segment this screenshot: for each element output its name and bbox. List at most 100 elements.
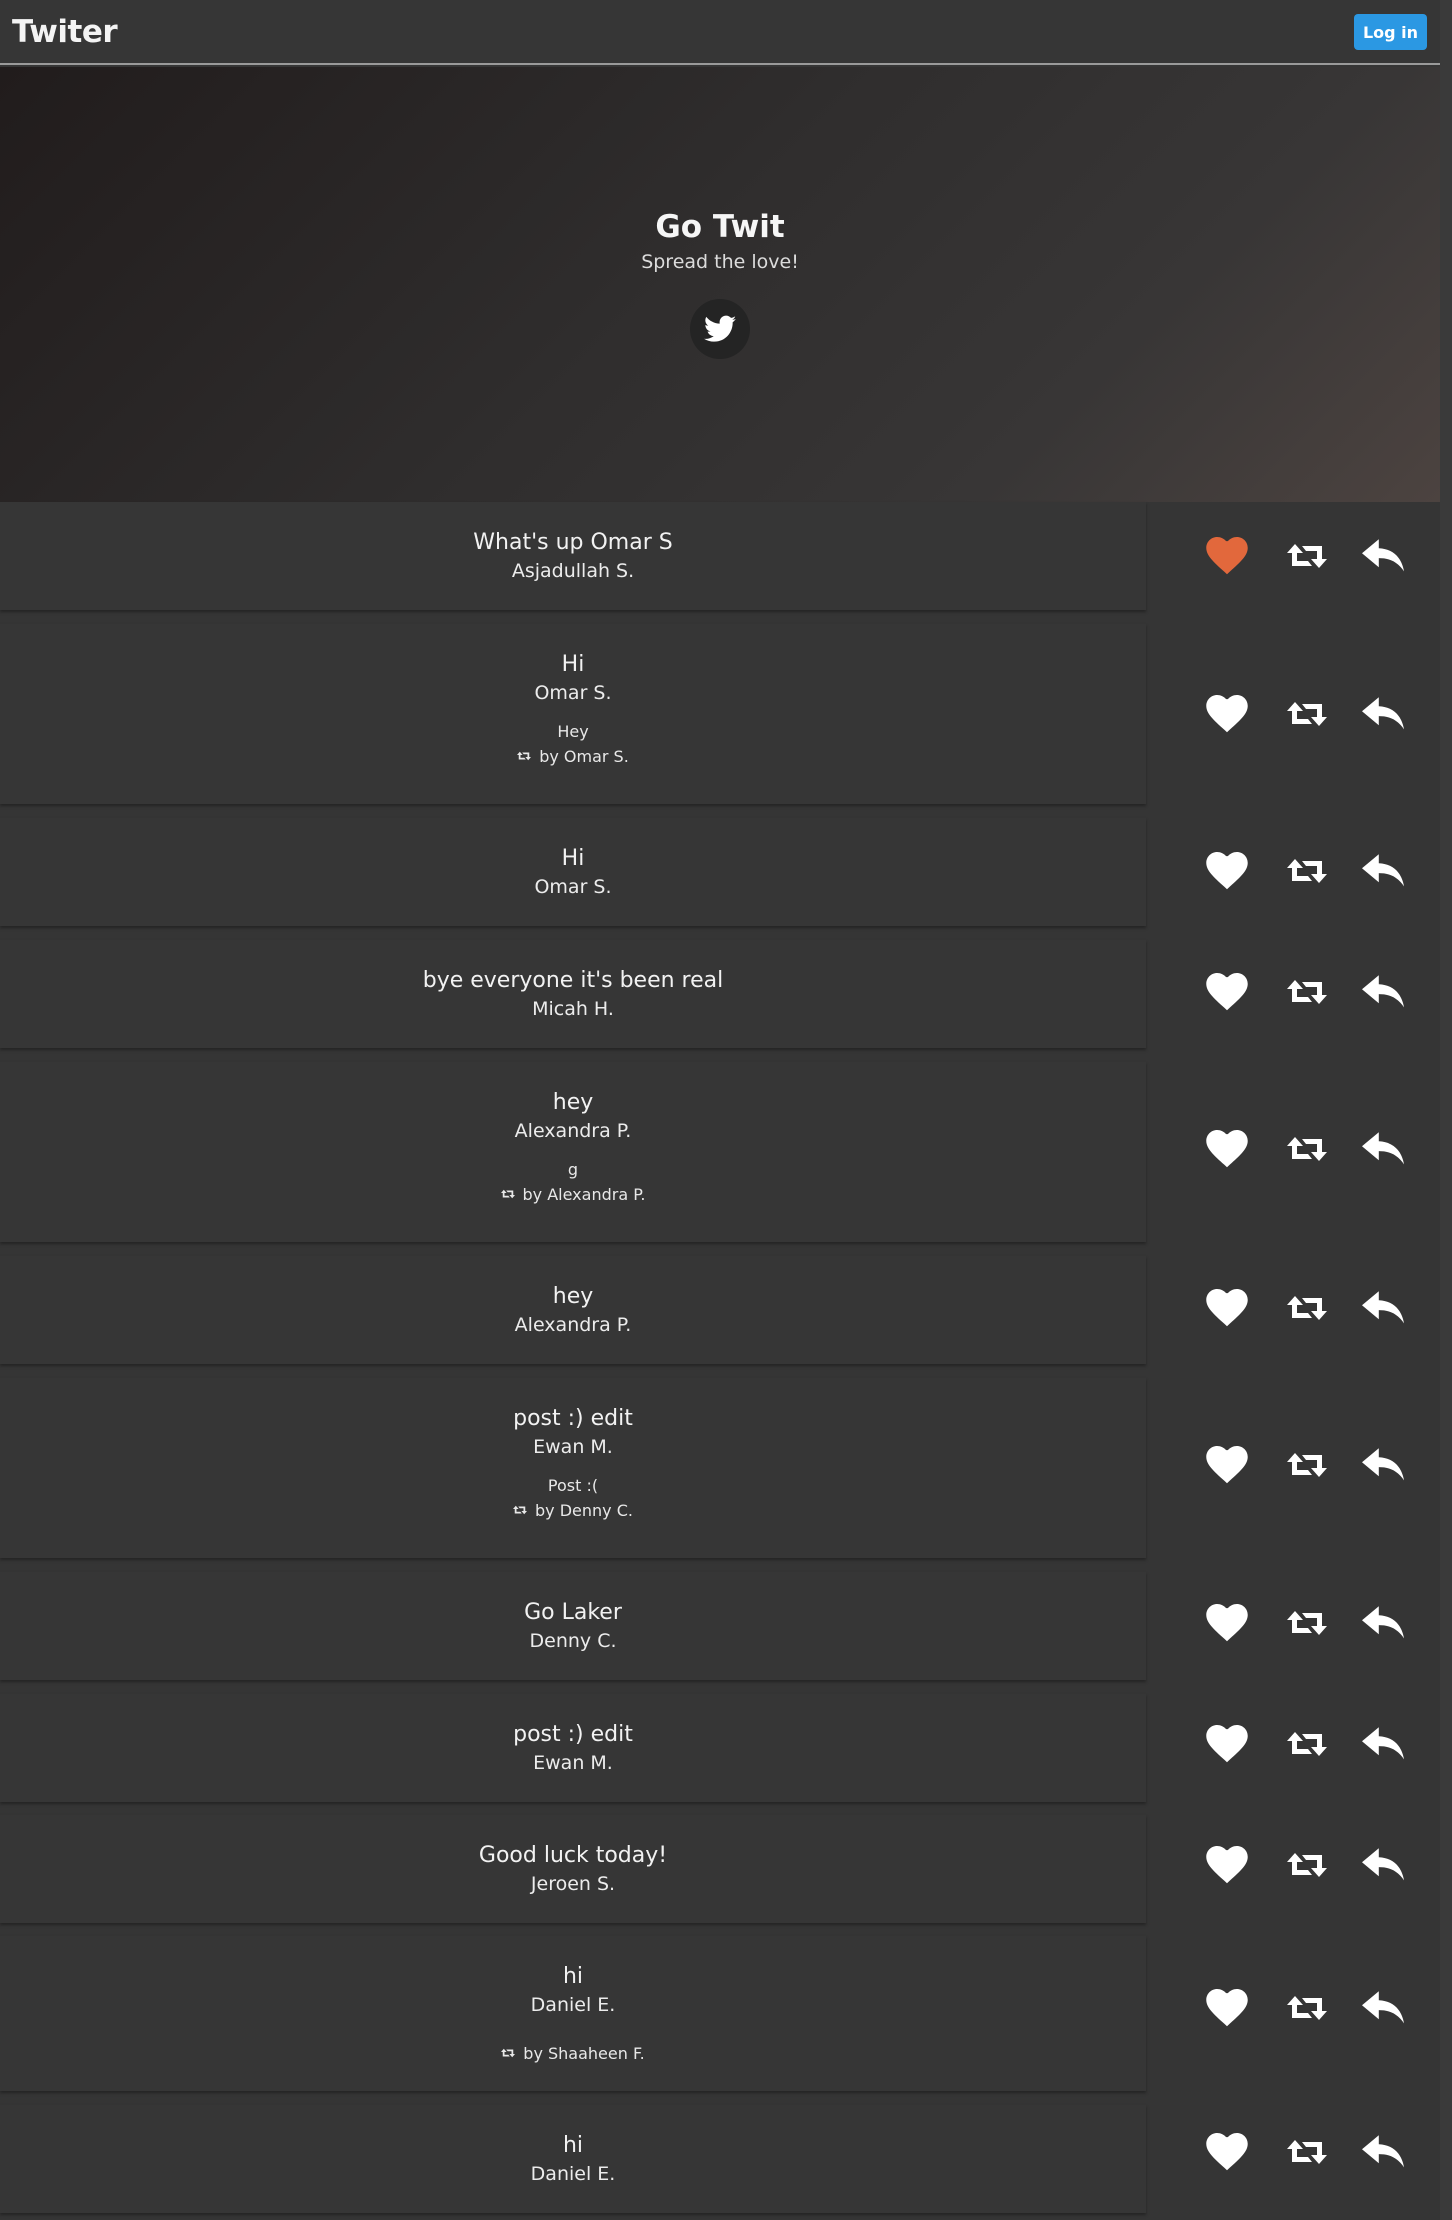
tweet-actions bbox=[1190, 1288, 1430, 1328]
reply-icon[interactable] bbox=[1360, 1445, 1406, 1485]
tweet-actions bbox=[1190, 694, 1430, 734]
tweet-author[interactable]: Micah H. bbox=[0, 998, 1146, 1020]
like-heart-icon[interactable] bbox=[1204, 1724, 1250, 1764]
reply-icon[interactable] bbox=[1360, 1288, 1406, 1328]
retweet-small-icon bbox=[517, 747, 532, 766]
tweet-text: What's up Omar S bbox=[473, 530, 673, 555]
tweet-actions bbox=[1190, 851, 1430, 891]
tweet-card: post :) edit Ewan M. Post :( by Denny C. bbox=[0, 1378, 1440, 1558]
retweet-attribution: by Denny C. bbox=[0, 1501, 1146, 1520]
tweet-text: Hi bbox=[561, 652, 585, 677]
retweet-icon[interactable] bbox=[1284, 1288, 1330, 1328]
tweet-author[interactable]: Jeroen S. bbox=[0, 1873, 1146, 1895]
tweet-author[interactable]: Denny C. bbox=[0, 1630, 1146, 1652]
tweet-body: hi Daniel E. by Shaaheen F. bbox=[0, 1936, 1146, 2091]
retweet-text: Hey bbox=[557, 722, 589, 741]
tweet-actions bbox=[1190, 1603, 1430, 1643]
reply-icon[interactable] bbox=[1360, 536, 1406, 576]
retweet-icon[interactable] bbox=[1284, 972, 1330, 1012]
retweet-icon[interactable] bbox=[1284, 1129, 1330, 1169]
retweet-icon[interactable] bbox=[1284, 1724, 1330, 1764]
scrollbar[interactable] bbox=[1440, 0, 1452, 2220]
retweet-small-icon bbox=[500, 1185, 515, 1204]
tweet-card: hi Daniel E. bbox=[0, 2105, 1440, 2213]
retweet-by-label: by Alexandra P. bbox=[522, 1185, 646, 1204]
like-heart-icon[interactable] bbox=[1204, 1445, 1250, 1485]
tweet-text: hey bbox=[552, 1090, 594, 1115]
tweet-author[interactable]: Asjadullah S. bbox=[0, 560, 1146, 582]
tweet-actions bbox=[1190, 1445, 1430, 1485]
reply-icon[interactable] bbox=[1360, 2132, 1406, 2172]
tweet-card: Go Laker Denny C. bbox=[0, 1572, 1440, 1680]
retweet-small-icon bbox=[501, 2044, 516, 2063]
tweet-card: hey Alexandra P. bbox=[0, 1256, 1440, 1364]
retweet-icon[interactable] bbox=[1284, 536, 1330, 576]
retweet-icon[interactable] bbox=[1284, 1845, 1330, 1885]
retweet-icon[interactable] bbox=[1284, 1603, 1330, 1643]
retweet-icon[interactable] bbox=[1284, 851, 1330, 891]
retweet-small-icon bbox=[513, 1501, 528, 1520]
retweet-icon[interactable] bbox=[1284, 1445, 1330, 1485]
like-heart-icon[interactable] bbox=[1204, 1988, 1250, 2028]
tweet-body: Hi Omar S. bbox=[0, 818, 1146, 926]
like-heart-icon[interactable] bbox=[1204, 2132, 1250, 2172]
like-heart-icon[interactable] bbox=[1204, 536, 1250, 576]
tweet-card: Hi Omar S. bbox=[0, 818, 1440, 926]
retweet-text: Post :( bbox=[547, 1476, 599, 1495]
tweet-body: hey Alexandra P. bbox=[0, 1256, 1146, 1364]
tweet-text: hi bbox=[562, 1964, 584, 1989]
tweet-author[interactable]: Omar S. bbox=[0, 876, 1146, 898]
brand-title[interactable]: Twiter bbox=[12, 14, 118, 50]
like-heart-icon[interactable] bbox=[1204, 1288, 1250, 1328]
tweet-card: Hi Omar S. Hey by Omar S. bbox=[0, 624, 1440, 804]
retweet-by-label: by Omar S. bbox=[539, 747, 629, 766]
tweet-body: What's up Omar S Asjadullah S. bbox=[0, 502, 1146, 610]
retweet-icon[interactable] bbox=[1284, 2132, 1330, 2172]
reply-icon[interactable] bbox=[1360, 1845, 1406, 1885]
like-heart-icon[interactable] bbox=[1204, 851, 1250, 891]
like-heart-icon[interactable] bbox=[1204, 694, 1250, 734]
tweet-text: Hi bbox=[561, 846, 585, 871]
tweet-author[interactable]: Daniel E. bbox=[0, 2163, 1146, 2185]
login-button[interactable]: Log in bbox=[1354, 14, 1427, 50]
tweet-text: hi bbox=[562, 2133, 584, 2158]
like-heart-icon[interactable] bbox=[1204, 1129, 1250, 1169]
retweet-attribution: by Alexandra P. bbox=[0, 1185, 1146, 1204]
tweet-author[interactable]: Daniel E. bbox=[0, 1994, 1146, 2016]
tweet-text: post :) edit bbox=[513, 1722, 633, 1747]
tweet-body: bye everyone it's been real Micah H. bbox=[0, 940, 1146, 1048]
retweet-icon[interactable] bbox=[1284, 694, 1330, 734]
tweet-body: Good luck today! Jeroen S. bbox=[0, 1815, 1146, 1923]
retweet-by-label: by Shaaheen F. bbox=[523, 2044, 645, 2063]
tweet-body: Go Laker Denny C. bbox=[0, 1572, 1146, 1680]
tweet-author[interactable]: Omar S. bbox=[0, 682, 1146, 704]
tweet-card: post :) edit Ewan M. bbox=[0, 1694, 1440, 1802]
tweet-actions bbox=[1190, 1724, 1430, 1764]
tweet-author[interactable]: Alexandra P. bbox=[0, 1314, 1146, 1336]
retweet-attribution: by Shaaheen F. bbox=[0, 2044, 1146, 2063]
hero-title: Go Twit bbox=[655, 209, 785, 245]
retweet-text: g bbox=[567, 1160, 579, 1179]
tweet-card: Good luck today! Jeroen S. bbox=[0, 1815, 1440, 1923]
reply-icon[interactable] bbox=[1360, 694, 1406, 734]
reply-icon[interactable] bbox=[1360, 1603, 1406, 1643]
reply-icon[interactable] bbox=[1360, 1129, 1406, 1169]
reply-icon[interactable] bbox=[1360, 851, 1406, 891]
tweet-text: post :) edit bbox=[513, 1406, 633, 1431]
retweet-icon[interactable] bbox=[1284, 1988, 1330, 2028]
tweet-text: hey bbox=[552, 1284, 594, 1309]
tweet-author[interactable]: Ewan M. bbox=[0, 1436, 1146, 1458]
tweet-actions bbox=[1190, 1129, 1430, 1169]
like-heart-icon[interactable] bbox=[1204, 1845, 1250, 1885]
hero-subtitle: Spread the love! bbox=[641, 251, 799, 273]
twitter-bird-icon[interactable] bbox=[690, 299, 750, 359]
tweet-author[interactable]: Alexandra P. bbox=[0, 1120, 1146, 1142]
reply-icon[interactable] bbox=[1360, 972, 1406, 1012]
tweet-body: Hi Omar S. Hey by Omar S. bbox=[0, 624, 1146, 804]
like-heart-icon[interactable] bbox=[1204, 1603, 1250, 1643]
reply-icon[interactable] bbox=[1360, 1724, 1406, 1764]
tweet-author[interactable]: Ewan M. bbox=[0, 1752, 1146, 1774]
like-heart-icon[interactable] bbox=[1204, 972, 1250, 1012]
reply-icon[interactable] bbox=[1360, 1988, 1406, 2028]
tweet-body: hi Daniel E. bbox=[0, 2105, 1146, 2213]
